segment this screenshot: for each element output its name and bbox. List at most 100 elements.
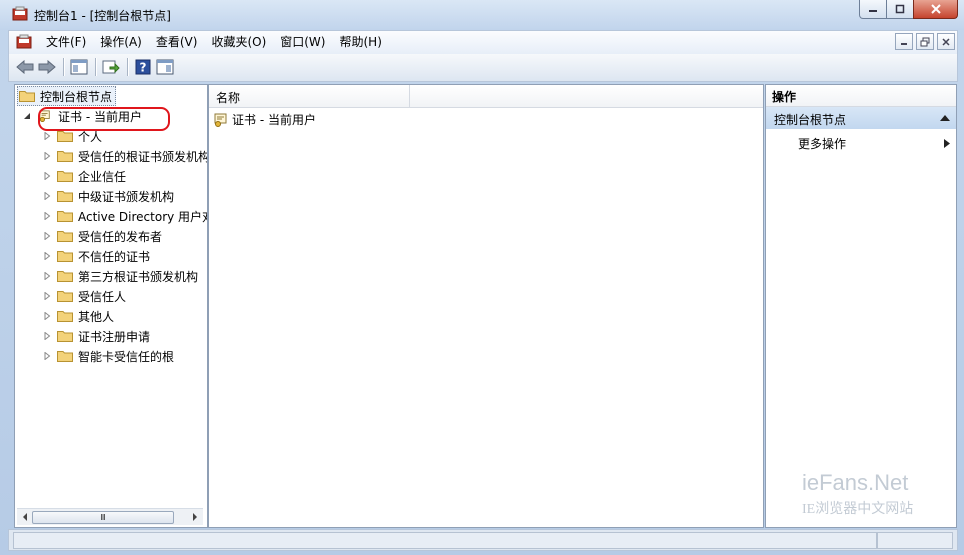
tree-node[interactable]: 不信任的证书 — [41, 246, 150, 266]
menu-bar: 文件(F) 操作(A) 查看(V) 收藏夹(O) 窗口(W) 帮助(H) — [8, 30, 958, 55]
more-actions-item[interactable]: 更多操作 — [798, 135, 846, 152]
folder-icon — [57, 331, 73, 342]
tree-node[interactable]: Active Directory 用户对 — [41, 206, 208, 226]
status-cell-secondary — [877, 532, 953, 549]
tree-node-label: 受信任人 — [78, 289, 127, 304]
help-button[interactable]: ? — [133, 57, 153, 77]
mdi-controls — [892, 33, 955, 50]
caption-buttons — [859, 0, 958, 20]
close-button[interactable] — [913, 0, 958, 19]
scroll-right-icon[interactable] — [190, 512, 200, 522]
menu-help[interactable]: 帮助(H) — [332, 34, 388, 50]
back-button[interactable] — [15, 57, 35, 77]
tree-node-label: 第三方根证书颁发机构 — [78, 269, 199, 284]
minimize-button[interactable] — [859, 0, 887, 19]
folder-icon — [57, 211, 73, 222]
expander-collapsed-icon[interactable] — [41, 350, 53, 362]
mdi-close-button[interactable] — [937, 33, 955, 50]
menu-action[interactable]: 操作(A) — [93, 34, 149, 50]
watermark-brand: ieFans.Net — [802, 470, 909, 495]
expander-collapsed-icon[interactable] — [41, 230, 53, 242]
certificate-store-icon — [39, 110, 50, 122]
expander-collapsed-icon[interactable] — [41, 210, 53, 222]
actions-section-label: 控制台根节点 — [774, 113, 847, 127]
result-list-pane[interactable]: 名称 证书 - 当前用户 — [208, 84, 764, 528]
expander-expanded-icon[interactable] — [21, 110, 33, 122]
expander-collapsed-icon[interactable] — [41, 250, 53, 262]
list-item[interactable]: 证书 - 当前用户 — [213, 111, 316, 128]
expander-collapsed-icon[interactable] — [41, 270, 53, 282]
actions-pane: 操作 控制台根节点 更多操作 — [765, 84, 957, 528]
console-tree-pane[interactable]: 控制台根节点 证书 - 当前用户 个人受信任的根证书颁发机构企业信任中级证书颁发… — [14, 84, 208, 528]
collapse-up-icon[interactable] — [940, 114, 950, 121]
show-hide-action-pane-icon — [156, 59, 174, 75]
folder-icon — [57, 171, 73, 182]
tree-node[interactable]: 个人 — [41, 126, 102, 146]
maximize-button[interactable] — [886, 0, 914, 19]
toolbar-separator — [127, 58, 129, 76]
console-document-icon[interactable] — [16, 34, 32, 50]
tree-node-label: 个人 — [78, 129, 103, 144]
close-icon — [930, 4, 941, 14]
tree-node[interactable]: 证书注册申请 — [41, 326, 150, 346]
restore-icon — [920, 37, 930, 46]
menu-view[interactable]: 查看(V) — [149, 34, 205, 50]
scroll-left-icon[interactable] — [20, 512, 30, 522]
tree-node[interactable]: 智能卡受信任的根 — [41, 346, 174, 366]
expander-collapsed-icon[interactable] — [41, 190, 53, 202]
actions-section-header[interactable]: 控制台根节点 — [766, 107, 956, 129]
window-title: 控制台1 - [控制台根节点] — [34, 9, 171, 23]
tree-node-certificates-current-user[interactable]: 证书 - 当前用户 — [21, 106, 142, 126]
mdi-minimize-button[interactable] — [895, 33, 913, 50]
folder-icon — [57, 311, 73, 322]
folder-icon — [57, 131, 73, 142]
tree-node-label: 受信任的发布者 — [78, 229, 163, 244]
folder-icon — [57, 231, 73, 242]
tree-node-label: 企业信任 — [78, 169, 127, 184]
minimize-icon — [869, 10, 877, 12]
tree-horizontal-scrollbar[interactable]: Ⅲ — [17, 508, 203, 525]
folder-icon — [57, 151, 73, 162]
menu-window[interactable]: 窗口(W) — [273, 34, 332, 50]
expander-collapsed-icon[interactable] — [41, 290, 53, 302]
tree-node[interactable]: 受信任的发布者 — [41, 226, 162, 246]
expander-collapsed-icon[interactable] — [41, 330, 53, 342]
tree-root-node[interactable]: 控制台根节点 — [17, 86, 117, 106]
tree-node[interactable]: 企业信任 — [41, 166, 126, 186]
mdi-restore-button[interactable] — [916, 33, 934, 50]
close-icon — [942, 37, 950, 46]
tree-node[interactable]: 中级证书颁发机构 — [41, 186, 174, 206]
tree-node[interactable]: 第三方根证书颁发机构 — [41, 266, 198, 286]
tree-node-label: Active Directory 用户对 — [78, 209, 208, 224]
tree-node-label: 证书 - 当前用户 — [58, 109, 142, 124]
back-icon — [16, 60, 34, 74]
expander-collapsed-icon[interactable] — [41, 170, 53, 182]
expander-collapsed-icon[interactable] — [41, 150, 53, 162]
export-list-button[interactable] — [101, 57, 121, 77]
expander-collapsed-icon[interactable] — [41, 310, 53, 322]
show-hide-action-pane-button[interactable] — [155, 57, 175, 77]
watermark-tagline: IE浏览器中文网站 — [802, 502, 914, 517]
forward-button[interactable] — [37, 57, 57, 77]
folder-icon — [57, 291, 73, 302]
folder-icon — [19, 91, 35, 102]
tree-node[interactable]: 其他人 — [41, 306, 114, 326]
column-header-name[interactable]: 名称 — [209, 85, 410, 107]
tree-node[interactable]: 受信任人 — [41, 286, 126, 306]
title-bar[interactable]: 控制台1 - [控制台根节点] — [0, 0, 964, 30]
folder-icon — [57, 191, 73, 202]
tree-node[interactable]: 受信任的根证书颁发机构 — [41, 146, 207, 166]
scrollbar-thumb[interactable]: Ⅲ — [32, 511, 174, 524]
menu-file[interactable]: 文件(F) — [39, 34, 93, 50]
toolbar: ? — [8, 54, 958, 82]
tree-node-label: 中级证书颁发机构 — [78, 189, 175, 204]
minimize-icon — [901, 42, 907, 45]
tree-node-label: 不信任的证书 — [78, 249, 151, 264]
toolbar-separator — [63, 58, 65, 76]
help-icon: ? — [135, 59, 151, 75]
expander-collapsed-icon[interactable] — [41, 130, 53, 142]
show-hide-tree-button[interactable] — [69, 57, 89, 77]
menu-favorites[interactable]: 收藏夹(O) — [204, 34, 273, 50]
tree-node-label: 智能卡受信任的根 — [78, 349, 175, 364]
scrollbar-grip: Ⅲ — [100, 513, 106, 522]
